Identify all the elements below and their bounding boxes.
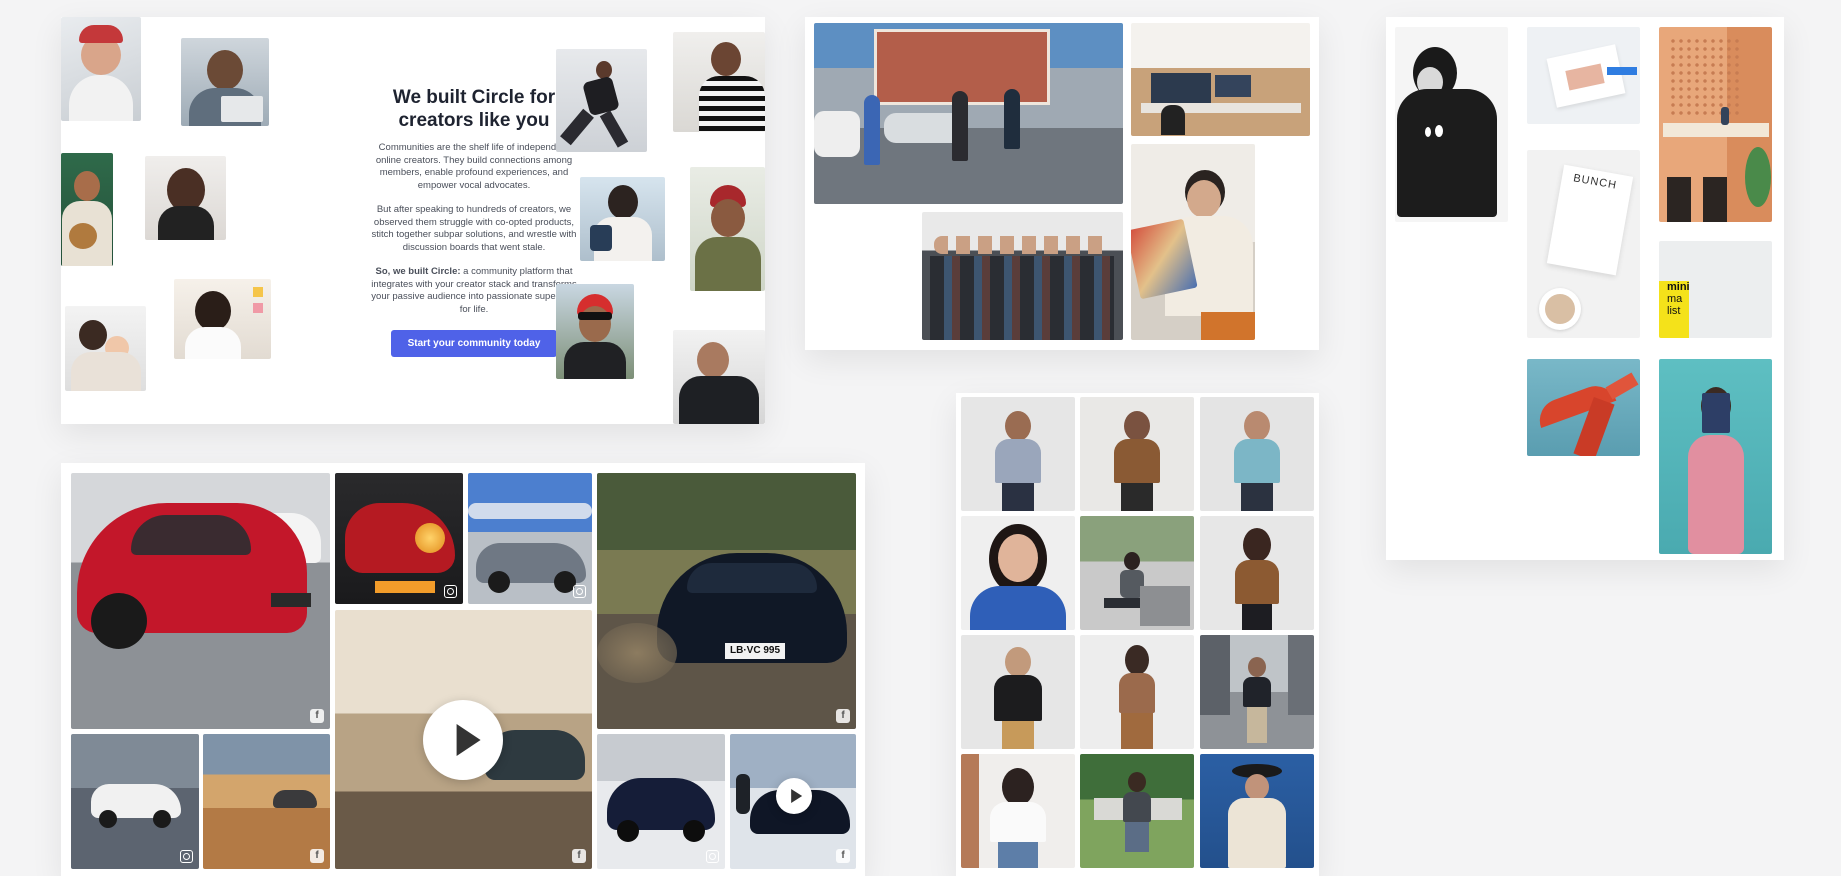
hero-paragraph-3-bold: So, we built Circle:: [375, 266, 461, 277]
portrait-man-black-sweater: [961, 635, 1075, 749]
photo-team-walking-street: [814, 23, 1123, 204]
magazine-text-2: ma: [1667, 293, 1683, 305]
photo-woman-black-hoodie: [1395, 27, 1508, 222]
photo-man-striped-shirt: [673, 32, 765, 132]
product-gallery-card: BUNCH mini ma list: [1386, 17, 1784, 560]
photo-blue-classic-car-snow: [597, 734, 725, 869]
facebook-icon[interactable]: f: [310, 849, 324, 863]
photo-car-mud-splash: LB·VC 995 f: [597, 473, 856, 729]
photo-woman-whiteboard: [174, 279, 271, 359]
photo-silver-convertible: [468, 473, 592, 604]
facebook-icon[interactable]: f: [836, 849, 850, 863]
photo-mother-baby: [65, 306, 146, 391]
photo-cafe-interior: [1659, 27, 1772, 222]
hero-copy: We built Circle for creators like you Co…: [366, 86, 582, 357]
facebook-icon[interactable]: f: [572, 849, 586, 863]
instagram-icon[interactable]: [706, 850, 719, 863]
hero-paragraph-1: Communities are the shelf life of indepe…: [375, 142, 573, 191]
photo-man-suit: [673, 330, 765, 424]
facebook-icon[interactable]: f: [310, 709, 324, 723]
photo-stationery-flatlay: [1527, 27, 1640, 124]
photo-team-group: [922, 212, 1123, 340]
portrait-woman-coffee-cup: [961, 754, 1075, 868]
magazine-text-1: mini: [1667, 281, 1690, 293]
team-photos-card: [805, 17, 1319, 350]
portrait-man-brown-sweater: [1080, 397, 1194, 511]
license-plate: LB·VC 995: [725, 643, 785, 659]
hero-paragraph-2: But after speaking to hundreds of creato…: [371, 204, 577, 253]
hero-paragraph-3: So, we built Circle: a community platfor…: [366, 266, 582, 316]
photo-cyclist-helmet: [556, 284, 634, 379]
magazine-text-3: list: [1667, 305, 1681, 317]
photo-open-office: [1131, 23, 1310, 136]
hero-heading: We built Circle for creators like you: [392, 87, 556, 131]
play-video-button[interactable]: [776, 778, 812, 814]
photo-bunch-booklet-coffee: BUNCH: [1527, 150, 1640, 338]
circle-landing-card: We built Circle for creators like you Co…: [61, 17, 765, 424]
portrait-woman-brown-top: [1200, 516, 1314, 630]
portrait-man-park: [1080, 754, 1194, 868]
instagram-icon[interactable]: [444, 585, 457, 598]
photo-woman-microphone: [145, 156, 226, 240]
photo-woman-running: [556, 49, 647, 152]
photo-man-red-beanie: [690, 167, 765, 291]
photo-man-laptop: [181, 38, 269, 126]
portrait-man-street: [1200, 635, 1314, 749]
play-video-button[interactable]: [423, 700, 503, 780]
car-social-feed-card: f LB·VC 995 f f f f: [61, 463, 865, 876]
instagram-icon[interactable]: [180, 850, 193, 863]
facebook-icon[interactable]: f: [836, 709, 850, 723]
photo-white-car-mountains: [71, 734, 199, 869]
team-portrait-grid: [956, 393, 1319, 876]
portrait-woman-blue-blazer: [961, 516, 1075, 630]
start-community-button[interactable]: Start your community today: [390, 330, 558, 357]
photo-video-man-with-car: f: [730, 734, 856, 869]
photo-woman-pink-dress-book: [1659, 359, 1772, 554]
photo-woman-camera: [580, 177, 665, 261]
portrait-man-teal-sweater: [1200, 397, 1314, 511]
photo-man-reading-magazine: [1131, 144, 1255, 340]
photo-minimalist-magazine: mini ma list: [1659, 241, 1772, 338]
photo-classic-car-headlight: [335, 473, 463, 604]
photo-man-guitar: [61, 153, 113, 266]
photo-red-sports-car: f: [71, 473, 330, 729]
photo-video-misty-road: f: [335, 610, 592, 869]
photo-car-desert-sunset: f: [203, 734, 330, 869]
photo-red-sculpture: [1527, 359, 1640, 456]
portrait-man-shirt-1: [961, 397, 1075, 511]
instagram-icon[interactable]: [573, 585, 586, 598]
portrait-man-cowboy-hat: [1200, 754, 1314, 868]
portrait-woman-seated-outdoors: [1080, 516, 1194, 630]
portrait-woman-tan-pants: [1080, 635, 1194, 749]
photo-woman-red-beanie: [61, 17, 141, 121]
